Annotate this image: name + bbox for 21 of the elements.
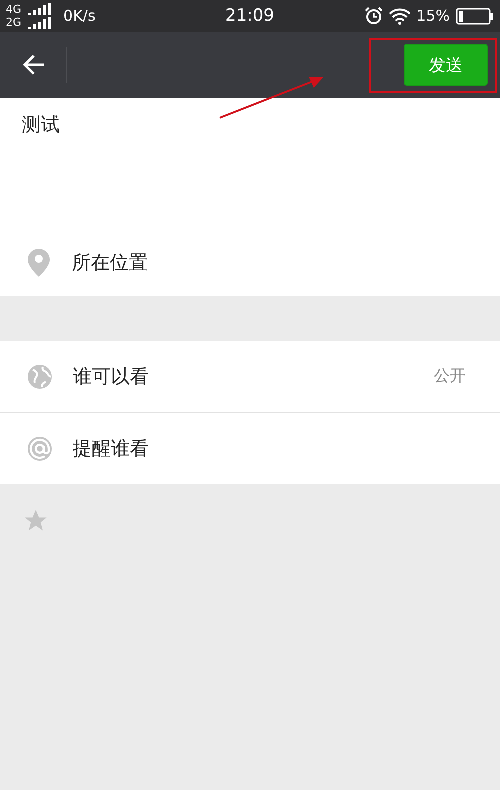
network-label: 2G: [6, 16, 22, 29]
at-sign-icon: [27, 436, 53, 462]
network-label: 4G: [6, 3, 22, 16]
signal-icon: [28, 17, 52, 29]
globe-icon: [27, 364, 53, 390]
option-label: 提醒谁看: [73, 436, 149, 462]
option-row[interactable]: 提醒谁看: [0, 413, 500, 484]
status-time: 21:09: [226, 6, 274, 26]
post-text: 测试: [21, 113, 61, 138]
option-row[interactable]: 谁可以看 公开: [0, 341, 500, 413]
location-pin-icon: [28, 249, 50, 277]
battery-icon: [456, 8, 494, 24]
signal-icon: [28, 3, 52, 15]
network-speed: 0K/s: [64, 7, 96, 25]
option-label: 谁可以看: [73, 364, 149, 390]
wifi-icon: [388, 8, 411, 24]
location-label[interactable]: 所在位置: [72, 250, 148, 276]
battery-percent: 15%: [416, 7, 450, 25]
option-value: 公开: [434, 366, 466, 387]
alarm-icon: [364, 7, 383, 25]
back-arrow-icon[interactable]: [22, 54, 46, 76]
